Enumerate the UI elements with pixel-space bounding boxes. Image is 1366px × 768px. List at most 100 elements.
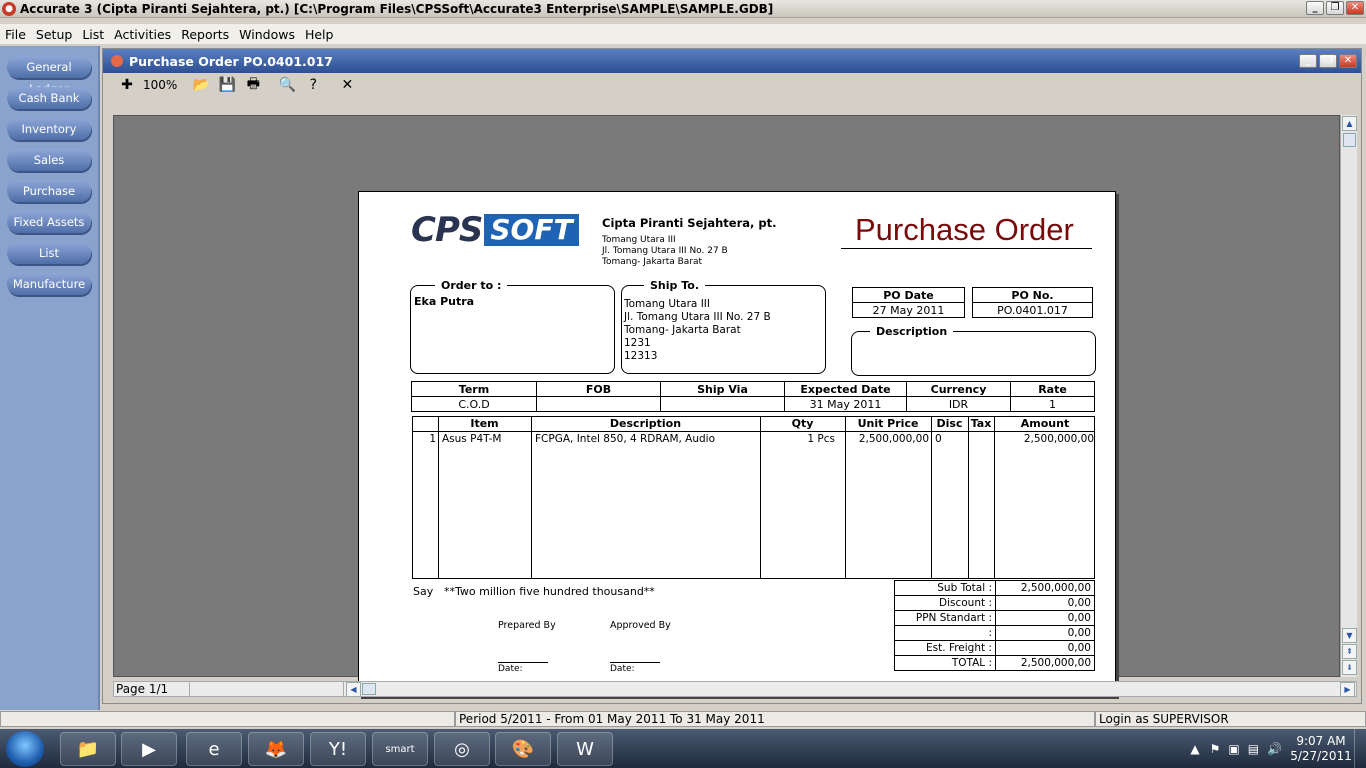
logo-soft: SOFT [484, 214, 579, 246]
clock-date: 5/27/2011 [1290, 748, 1352, 763]
items-header-divider [413, 431, 1094, 432]
app-restore-button[interactable]: ❐ [1326, 1, 1344, 15]
save-icon[interactable]: 💾 [217, 75, 237, 95]
ppn-value: 0,00 [995, 610, 1095, 626]
tray-flag-icon[interactable]: ⚑ [1210, 742, 1221, 756]
help-pointer-icon[interactable]: ? [303, 75, 323, 95]
other-tax-value: 0,00 [995, 625, 1095, 641]
row-description: FCPGA, Intel 850, 4 RDRAM, Audio [535, 433, 716, 445]
module-sidebar: General Ledger Cash Bank Inventory Sales… [0, 46, 100, 710]
ship-to-line: Tomang Utara III [624, 298, 710, 310]
show-desktop-button[interactable] [1354, 729, 1366, 768]
ship-to-line: 12313 [624, 350, 658, 362]
menu-file[interactable]: File [0, 27, 31, 42]
app-close-button[interactable]: ✕ [1346, 1, 1364, 15]
sidebar-item-inventory[interactable]: Inventory [7, 118, 91, 140]
find-icon[interactable]: 🔍 [277, 75, 297, 95]
child-minimize-button[interactable]: _ [1299, 54, 1317, 68]
menu-reports[interactable]: Reports [176, 27, 234, 42]
hscroll-thumb[interactable] [362, 683, 376, 695]
prepared-by-label: Prepared By [498, 620, 556, 631]
smart-taskbar-icon[interactable]: smart [372, 732, 428, 766]
discount-label: Discount : [894, 595, 996, 611]
currency-header: Currency [906, 381, 1011, 397]
menu-list[interactable]: List [77, 27, 109, 42]
row-number: 1 [429, 433, 436, 445]
child-close-button[interactable]: ✕ [1339, 54, 1357, 68]
freight-label: Est. Freight : [894, 640, 996, 656]
word-taskbar-icon[interactable]: W [557, 732, 613, 766]
tray-device-icon[interactable]: ▣ [1228, 742, 1239, 756]
status-period: Period 5/2011 - From 01 May 2011 To 31 M… [455, 711, 1095, 727]
ship-to-line: Jl. Tomang Utara III No. 27 B [624, 311, 771, 323]
unit-price-header: Unit Price [857, 417, 919, 430]
status-progress-cell [0, 711, 455, 727]
currency-value: IDR [906, 396, 1011, 412]
approved-by-label: Approved By [610, 620, 671, 631]
approved-date-label: Date: [610, 664, 635, 674]
po-no-table: PO No. PO.0401.017 [972, 287, 1093, 318]
zoom-level[interactable]: 100% [143, 78, 177, 92]
tray-network-icon[interactable]: ▤ [1248, 742, 1259, 756]
terms-table: Term FOB Ship Via Expected Date Currency… [411, 381, 1095, 412]
ship-to-line: Tomang- Jakarta Barat [624, 324, 741, 336]
menu-help[interactable]: Help [300, 27, 339, 42]
order-to-label: Order to : [435, 279, 508, 292]
tax-header: Tax [970, 417, 992, 430]
amount-header: Amount [1020, 417, 1070, 430]
child-title: Purchase Order PO.0401.017 [129, 53, 333, 69]
tray-clock[interactable]: 9:07 AM 5/27/2011 [1288, 734, 1354, 764]
scroll-thumb[interactable] [1343, 133, 1356, 147]
say-label: Say [413, 585, 434, 598]
document-title: Purchase Order [855, 212, 1074, 247]
ship-via-header: Ship Via [660, 381, 785, 397]
child-restore-button[interactable]: ❐ [1319, 54, 1337, 68]
sidebar-item-sales[interactable]: Sales [7, 149, 91, 171]
menu-activities[interactable]: Activities [109, 27, 176, 42]
items-table: Item Description Qty Unit Price Disc Tax… [412, 416, 1095, 579]
sidebar-item-list[interactable]: List [7, 242, 91, 264]
page-down-icon[interactable]: ⇟ [1342, 660, 1357, 675]
close-preview-icon[interactable]: ✕ [337, 75, 357, 95]
app-icon: ● [2, 1, 16, 16]
ship-via-value [660, 396, 785, 412]
tray-volume-icon[interactable]: 🔊 [1267, 742, 1282, 756]
menu-windows[interactable]: Windows [234, 27, 300, 42]
firefox-taskbar-icon[interactable]: 🦊 [248, 732, 304, 766]
yahoo-messenger-taskbar-icon[interactable]: Y! [310, 732, 366, 766]
sidebar-item-general-ledger[interactable]: General Ledger [7, 56, 91, 96]
open-folder-icon[interactable]: 📂 [191, 75, 211, 95]
start-button-icon[interactable] [6, 731, 44, 767]
media-player-taskbar-icon[interactable]: ▶ [121, 732, 177, 766]
scroll-right-icon[interactable]: ▶ [1340, 681, 1355, 697]
paint-taskbar-icon[interactable]: 🎨 [495, 732, 551, 766]
tray-expand-icon[interactable]: ▲ [1190, 742, 1199, 756]
order-to-name: Eka Putra [414, 295, 475, 308]
po-date-label: PO Date [852, 287, 965, 303]
page-indicator: Page 1/1 [114, 682, 190, 696]
company-address-line: Tomang- Jakarta Barat [602, 257, 703, 267]
app-minimize-button[interactable]: _ [1306, 1, 1324, 15]
sidebar-item-purchase[interactable]: Purchase [7, 180, 91, 202]
zoom-icon[interactable]: ✚ [117, 75, 137, 95]
app-title: Accurate 3 (Cipta Piranti Sejahtera, pt.… [20, 1, 774, 16]
menu-setup[interactable]: Setup [31, 27, 77, 42]
explorer-taskbar-icon[interactable]: 📁 [60, 732, 116, 766]
sidebar-item-cash-bank[interactable]: Cash Bank [7, 87, 91, 109]
horizontal-bar: Page 1/1 ◀ ▶ [113, 681, 1357, 697]
vertical-scrollbar[interactable]: ▲ ▼ ⇞ ⇟ [1340, 115, 1357, 677]
scroll-down-icon[interactable]: ▼ [1342, 628, 1357, 643]
rate-header: Rate [1010, 381, 1095, 397]
preview-viewport[interactable]: CPS SOFT Cipta Piranti Sejahtera, pt. To… [113, 115, 1340, 696]
print-icon[interactable]: 🖶 [243, 75, 263, 95]
internet-explorer-taskbar-icon[interactable]: e [186, 732, 242, 766]
accurate-taskbar-icon[interactable]: ◎ [434, 732, 490, 766]
page-up-icon[interactable]: ⇞ [1342, 644, 1357, 659]
ppn-label: PPN Standart : [894, 610, 996, 626]
company-name: Cipta Piranti Sejahtera, pt. [602, 216, 777, 230]
total-label: TOTAL : [894, 655, 996, 671]
scroll-left-icon[interactable]: ◀ [346, 681, 361, 697]
sidebar-item-fixed-assets[interactable]: Fixed Assets [7, 211, 91, 233]
scroll-up-icon[interactable]: ▲ [1342, 116, 1357, 131]
sidebar-item-manufacture[interactable]: Manufacture [7, 273, 91, 295]
